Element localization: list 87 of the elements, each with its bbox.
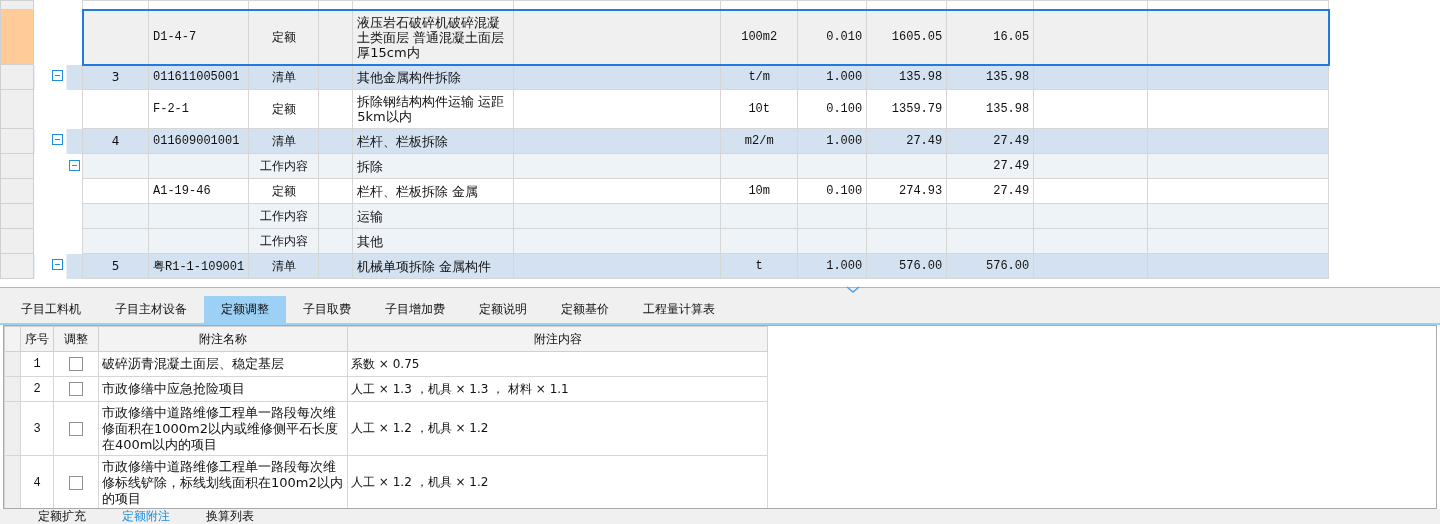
note-content: 系数 × 0.75: [351, 356, 420, 371]
row-number: 5: [111, 259, 120, 273]
unit-price-cell: 135.98: [899, 70, 943, 85]
total-price-cell: 27.49: [993, 134, 1030, 148]
item-name: 运输: [357, 208, 384, 224]
item-type: 定额: [271, 101, 296, 116]
unit-cell: 100m2: [741, 30, 778, 44]
row-number: 1: [33, 357, 41, 371]
total-price-cell: 27.49: [993, 184, 1030, 198]
quantity-cell: 0.010: [826, 30, 863, 44]
column-header: 序号: [25, 331, 49, 346]
item-code: F-2-1: [153, 102, 189, 116]
item-type: 工作内容: [259, 233, 308, 248]
checkbox[interactable]: [69, 382, 83, 397]
item-code: A1-19-46: [153, 184, 211, 198]
tab[interactable]: 子目主材设备: [98, 296, 204, 323]
tab[interactable]: 子目工料机: [4, 296, 98, 323]
note-content: 人工 × 1.3 ，机具 × 1.3 ， 材料 × 1.1: [351, 381, 569, 396]
row-number: 4: [111, 134, 120, 148]
quantity-cell: 0.100: [826, 102, 863, 116]
item-name: 其他金属构件拆除: [357, 69, 462, 85]
checkbox[interactable]: [69, 475, 83, 490]
tab[interactable]: 子目取费: [286, 296, 368, 323]
total-price-cell: 16.05: [993, 30, 1030, 44]
quantity-cell: 0.100: [826, 184, 863, 198]
column-header: 附注名称: [199, 331, 247, 346]
column-header: 附注内容: [533, 331, 582, 346]
item-code: D1-4-7: [153, 30, 197, 44]
collapse-toggle-icon[interactable]: [52, 259, 63, 270]
item-name: 拆除钢结构构件运输 运距5km以内: [357, 94, 505, 124]
item-name: 栏杆、栏板拆除: [357, 133, 449, 149]
unit-price-cell: 27.49: [906, 134, 943, 148]
unit-cell: 10t: [748, 102, 770, 116]
unit-cell: m2/m: [744, 134, 774, 148]
row-number: 4: [33, 475, 41, 490]
item-name: 拆除: [357, 158, 384, 174]
item-type: 工作内容: [259, 208, 308, 223]
unit-price-cell: 274.93: [899, 184, 943, 198]
tab[interactable]: 工程量计算表: [626, 296, 732, 323]
note-content: 人工 × 1.2 ，机具 × 1.2: [351, 475, 489, 489]
row-number: 3: [33, 421, 41, 436]
note-content: 人工 × 1.2 ，机具 × 1.2: [351, 421, 489, 435]
item-name: 液压岩石破碎机破碎混凝土类面层 普通混凝土面层厚15cm内: [357, 14, 505, 60]
tab[interactable]: 定额调整: [204, 296, 286, 323]
row-number: 2: [33, 382, 41, 396]
item-code: 011611005001: [153, 70, 240, 85]
unit-price-cell: 1359.79: [891, 102, 943, 116]
quantity-cell: 1.000: [826, 134, 863, 148]
item-name: 栏杆、栏板拆除 金属: [357, 183, 479, 199]
unit-price-cell: 1605.05: [891, 30, 943, 44]
total-price-cell: 135.98: [986, 102, 1030, 116]
quantity-cell: 1.000: [826, 70, 863, 85]
checkbox[interactable]: [69, 421, 83, 436]
note-name: 破碎沥青混凝土面层、稳定基层: [102, 356, 284, 371]
item-type: 定额: [271, 183, 296, 198]
unit-cell: t: [755, 259, 763, 273]
note-name: 市政修缮中道路维修工程单一路段每次维修标线铲除，标线划线面积在100m2以内的项目: [102, 458, 343, 506]
note-name: 市政修缮中应急抢险项目: [102, 381, 245, 396]
item-name: 机械单项拆除 金属构件: [357, 258, 492, 274]
row-number: 3: [111, 70, 120, 85]
tab[interactable]: 定额扩充: [20, 509, 104, 524]
unit-cell: t/m: [748, 70, 770, 85]
item-code: 粤R1-1-109001: [153, 259, 245, 274]
unit-cell: 10m: [748, 184, 770, 198]
chevron-down-icon[interactable]: [846, 286, 860, 293]
item-type: 清单: [271, 69, 296, 84]
item-type: 工作内容: [259, 158, 308, 173]
collapse-toggle-icon[interactable]: [52, 70, 63, 81]
collapse-toggle-icon[interactable]: [52, 134, 63, 145]
unit-price-cell: 576.00: [899, 259, 943, 273]
tab[interactable]: 定额说明: [462, 296, 544, 323]
tab[interactable]: 子目增加费: [368, 296, 462, 323]
item-name: 其他: [357, 233, 384, 249]
item-type: 清单: [271, 258, 296, 273]
checkbox[interactable]: [69, 357, 83, 372]
item-type: 定额: [271, 29, 296, 44]
column-header: 调整: [64, 331, 88, 346]
total-price-cell: 27.49: [993, 159, 1030, 173]
item-code: 011609001001: [153, 134, 240, 148]
tab[interactable]: 换算列表: [188, 509, 272, 524]
quantity-cell: 1.000: [826, 259, 863, 273]
item-type: 清单: [271, 133, 296, 148]
note-name: 市政修缮中道路维修工程单一路段每次维修面积在1000m2以内或维修侧平石长度在400m以内的项目: [102, 404, 339, 452]
collapse-toggle-icon[interactable]: [69, 160, 80, 171]
total-price-cell: 135.98: [986, 70, 1030, 85]
total-price-cell: 576.00: [986, 259, 1030, 273]
tab[interactable]: 定额基价: [544, 296, 626, 323]
